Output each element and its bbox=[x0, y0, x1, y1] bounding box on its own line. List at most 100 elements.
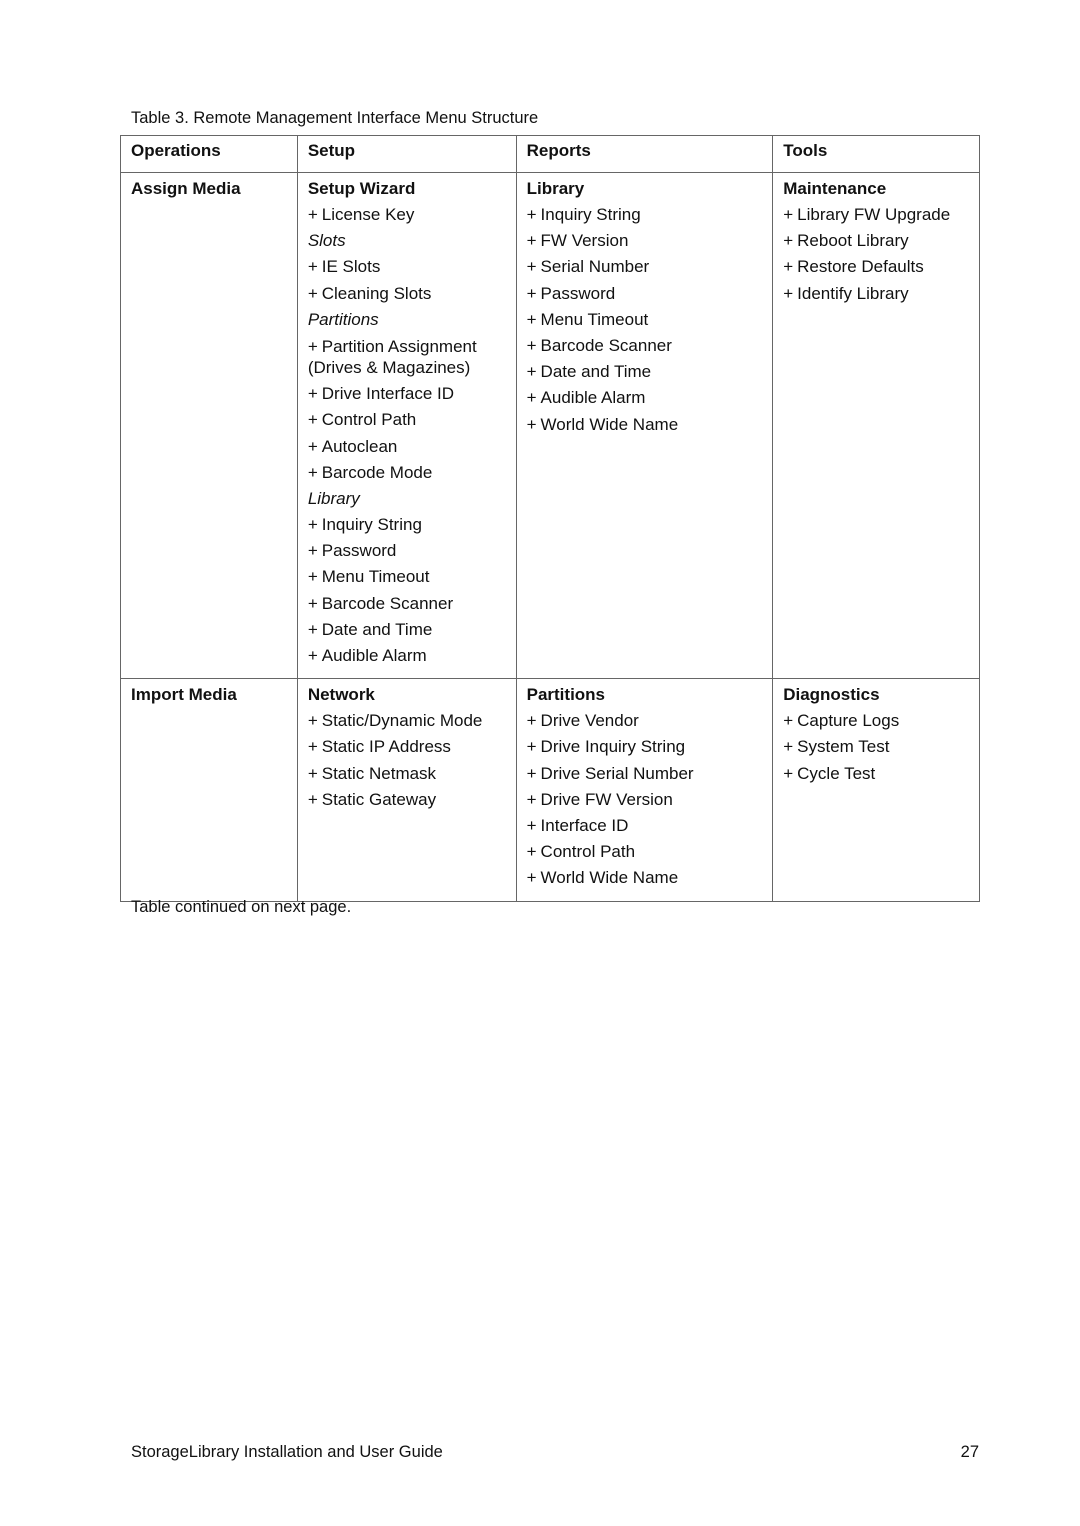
menu-item-label: Password bbox=[321, 541, 397, 561]
menu-item: + Audible Alarm bbox=[308, 646, 506, 666]
menu-item: + Autoclean bbox=[308, 437, 506, 457]
menu-subsection-label: Library bbox=[307, 488, 360, 508]
menu-item: + Date and Time bbox=[308, 620, 506, 640]
menu-item-label: Inquiry String bbox=[321, 515, 422, 535]
plus-icon: + bbox=[307, 462, 318, 482]
table-row: Assign Media Setup Wizard + License Key Slo… bbox=[120, 171, 980, 680]
menu-item: + Barcode Scanner bbox=[308, 594, 506, 614]
plus-icon: + bbox=[526, 231, 537, 251]
menu-item: + Library FW Upgrade bbox=[783, 205, 969, 225]
menu-item-label: FW Version bbox=[540, 231, 629, 251]
plus-icon: + bbox=[526, 737, 537, 757]
menu-item-label: Drive Inquiry String bbox=[540, 737, 686, 757]
menu-item: + Password bbox=[308, 541, 506, 561]
plus-icon: + bbox=[307, 436, 318, 456]
menu-item: + Capture Logs bbox=[783, 711, 969, 731]
menu-item: + Drive Serial Number bbox=[527, 764, 763, 784]
plus-icon: + bbox=[526, 309, 537, 329]
plus-icon: + bbox=[526, 257, 537, 277]
menu-item-label: Static Gateway bbox=[321, 789, 437, 809]
menu-item: + Menu Timeout bbox=[527, 310, 763, 330]
menu-group-title: Partitions bbox=[526, 685, 606, 705]
menu-group-title: Assign Media bbox=[131, 179, 241, 198]
menu-item-label: Date and Time bbox=[321, 619, 433, 639]
menu-item-label: Date and Time bbox=[540, 362, 652, 382]
plus-icon: + bbox=[307, 593, 318, 613]
menu-item-label: Static/Dynamic Mode bbox=[321, 711, 483, 731]
plus-icon: + bbox=[526, 283, 537, 303]
menu-item-label: Barcode Scanner bbox=[321, 593, 454, 613]
header-operations: Operations bbox=[120, 135, 298, 173]
cell-operations: Assign Media bbox=[120, 171, 298, 680]
plus-icon: + bbox=[526, 842, 537, 862]
cell-tools: Diagnostics + Capture Logs + System Test + Cyc… bbox=[772, 678, 980, 902]
menu-item-label: IE Slots bbox=[321, 257, 381, 277]
cell-operations: Import Media bbox=[120, 678, 298, 902]
plus-icon: + bbox=[526, 335, 537, 355]
menu-item: + Drive Interface ID bbox=[308, 384, 506, 404]
menu-item: + Audible Alarm bbox=[527, 388, 763, 408]
menu-item: + Drive Vendor bbox=[527, 711, 763, 731]
cell-setup: Setup Wizard + License Key Slots + IE Slots + C… bbox=[296, 171, 517, 680]
header-reports: Reports bbox=[515, 135, 774, 173]
plus-icon: + bbox=[307, 789, 318, 809]
plus-icon: + bbox=[783, 257, 794, 277]
menu-group-title: Setup Wizard bbox=[307, 179, 416, 198]
menu-item: + Date and Time bbox=[527, 362, 763, 382]
plus-icon: + bbox=[526, 711, 537, 731]
menu-group-title: Library bbox=[526, 179, 585, 198]
menu-item: + Control Path bbox=[308, 410, 506, 430]
menu-item-label: Control Path bbox=[540, 842, 636, 862]
footer-page-number: 27 bbox=[960, 1443, 979, 1461]
plus-icon: + bbox=[526, 868, 537, 888]
menu-group-title: Network bbox=[307, 685, 375, 705]
plus-icon: + bbox=[307, 541, 318, 561]
menu-item-label: Reboot Library bbox=[797, 231, 909, 251]
plus-icon: + bbox=[307, 205, 318, 224]
menu-item: + Serial Number bbox=[527, 257, 763, 277]
menu-item-label: Autoclean bbox=[321, 436, 398, 456]
plus-icon: + bbox=[307, 646, 318, 665]
menu-item-label: Partition Assignment (Drives & Magazines) bbox=[307, 336, 477, 377]
menu-item-label: Inquiry String bbox=[540, 205, 641, 224]
menu-item: + Inquiry String bbox=[308, 515, 506, 535]
plus-icon: + bbox=[526, 763, 537, 783]
cell-setup: Network + Static/Dynamic Mode + Static IP Ad… bbox=[296, 678, 517, 902]
table-continued-note: Table continued on next page. bbox=[131, 898, 352, 916]
menu-item: + Barcode Scanner bbox=[527, 336, 763, 356]
menu-item-label: Drive Serial Number bbox=[540, 763, 694, 783]
table-caption: Table 3. Remote Management Interface Men… bbox=[131, 109, 539, 127]
menu-item-label: Menu Timeout bbox=[321, 567, 430, 587]
menu-item: + Restore Defaults bbox=[783, 257, 969, 277]
menu-item-label: World Wide Name bbox=[540, 868, 679, 888]
menu-item-label: Drive Interface ID bbox=[321, 384, 455, 404]
menu-item: + License Key bbox=[308, 205, 506, 225]
cell-reports: Partitions + Drive Vendor + Drive Inquiry St… bbox=[515, 678, 774, 902]
menu-item-label: Barcode Mode bbox=[321, 462, 433, 482]
menu-group-title: Diagnostics bbox=[783, 685, 880, 705]
plus-icon: + bbox=[526, 789, 537, 809]
menu-item: + Control Path bbox=[527, 842, 763, 862]
menu-item-label: Audible Alarm bbox=[540, 388, 646, 408]
menu-item-label: Cycle Test bbox=[797, 763, 876, 783]
plus-icon: + bbox=[526, 362, 537, 382]
menu-item: + World Wide Name bbox=[527, 415, 763, 435]
menu-item: + Partition Assignment (Drives & Magazines… bbox=[308, 336, 506, 378]
menu-item: + Static/Dynamic Mode bbox=[308, 711, 506, 731]
plus-icon: + bbox=[526, 205, 537, 224]
footer-document-title: StorageLibrary Installation and User Gui… bbox=[131, 1443, 443, 1461]
menu-item: + System Test bbox=[783, 737, 969, 757]
menu-item-label: Identify Library bbox=[797, 283, 909, 303]
menu-subsection-label: Slots bbox=[307, 231, 346, 251]
cell-reports: Library + Inquiry String + FW Version + Serial… bbox=[515, 171, 774, 680]
menu-item-label: Barcode Scanner bbox=[540, 335, 672, 355]
plus-icon: + bbox=[307, 384, 318, 404]
menu-structure-table: Operations Setup Reports Tools Assign Me… bbox=[120, 135, 980, 902]
plus-icon: + bbox=[307, 737, 318, 757]
plus-icon: + bbox=[307, 567, 318, 587]
menu-item-label: Drive Vendor bbox=[540, 711, 639, 731]
plus-icon: + bbox=[307, 410, 318, 430]
header-tools: Tools bbox=[772, 135, 980, 173]
menu-item-label: Static IP Address bbox=[321, 737, 451, 757]
header-setup: Setup bbox=[296, 135, 517, 173]
